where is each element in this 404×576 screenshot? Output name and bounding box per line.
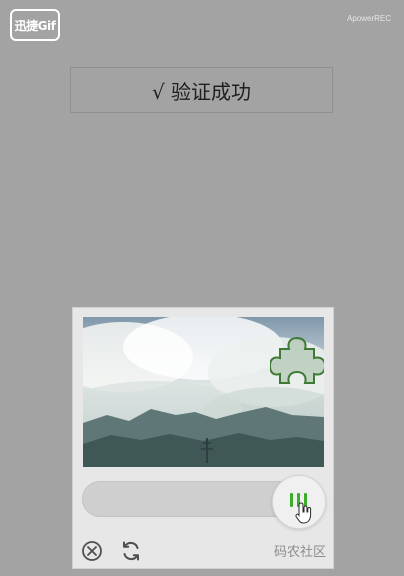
hand-cursor-icon xyxy=(295,502,312,524)
recorder-watermark: ApowerREC xyxy=(346,14,391,23)
close-icon[interactable] xyxy=(81,540,103,562)
slider-knob[interactable] xyxy=(272,475,326,529)
refresh-icon[interactable] xyxy=(119,539,143,563)
app-watermark-badge: 迅捷Gif xyxy=(10,9,60,41)
footer-brand-text: 码农社区 xyxy=(273,545,326,560)
verification-result-bar: √ 验证成功 xyxy=(70,67,333,113)
puzzle-piece-icon xyxy=(270,336,324,384)
captcha-panel: 码农社区 xyxy=(72,307,334,569)
captcha-background-image xyxy=(83,317,324,467)
captcha-footer: 码农社区 xyxy=(73,532,333,564)
